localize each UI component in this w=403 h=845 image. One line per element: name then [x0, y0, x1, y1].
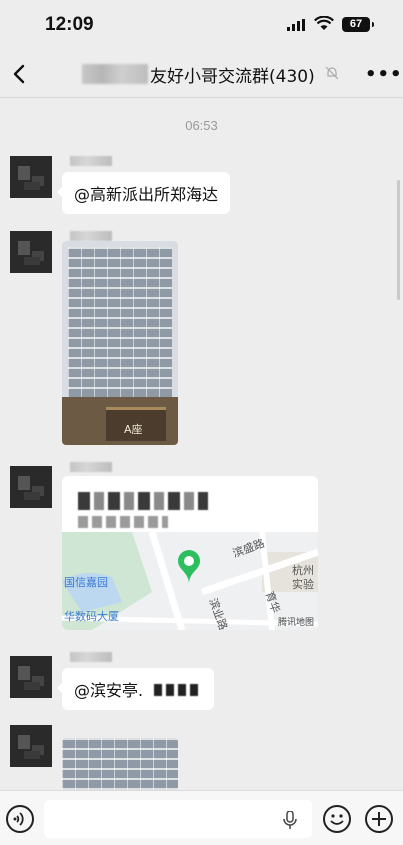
- battery-icon: 67: [342, 17, 374, 32]
- map-label: 华数码大厦: [64, 610, 119, 623]
- image-caption: A座: [124, 423, 143, 436]
- chat-area[interactable]: 06:53 @高新派出所郑海达 A座 滨盛路 杭州 实验 国信嘉园 华数码大厦 …: [0, 98, 403, 790]
- image-message[interactable]: [62, 738, 178, 790]
- chat-title[interactable]: 友好小哥交流群(430): [150, 62, 315, 87]
- image-message[interactable]: A座: [62, 241, 178, 445]
- microphone-icon[interactable]: [283, 811, 297, 829]
- message-timestamp: 06:53: [185, 118, 218, 133]
- building-windows: [68, 247, 172, 397]
- message-bubble[interactable]: @高新派出所郑海达: [56, 172, 231, 214]
- scrollbar[interactable]: [397, 180, 400, 300]
- building-windows: [62, 738, 178, 790]
- sender-name-redacted: [70, 231, 112, 241]
- mute-bell-icon: [325, 66, 339, 80]
- avatar[interactable]: [10, 466, 52, 508]
- more-icon[interactable]: •••: [365, 64, 403, 85]
- redacted-text: [154, 684, 203, 696]
- sender-name-redacted: [70, 156, 112, 166]
- message-input[interactable]: [44, 800, 312, 838]
- avatar[interactable]: [10, 725, 52, 767]
- message-bubble[interactable]: @滨安亭.: [56, 668, 215, 710]
- wifi-icon: [314, 16, 334, 30]
- input-bar: [0, 790, 403, 845]
- map-preview: 滨盛路 杭州 实验 国信嘉园 华数码大厦 滨业路 育华 腾讯地图: [62, 532, 318, 630]
- battery-level: 67: [349, 18, 363, 30]
- avatar[interactable]: [10, 156, 52, 198]
- sender-name-redacted: [70, 462, 112, 472]
- avatar[interactable]: [10, 231, 52, 273]
- plus-icon[interactable]: [365, 805, 393, 833]
- map-label: 实验: [292, 578, 314, 591]
- chat-header: 友好小哥交流群(430) •••: [0, 50, 403, 98]
- emoji-icon[interactable]: [323, 805, 351, 833]
- back-arrow-icon[interactable]: [8, 60, 32, 88]
- message-text: @滨安亭.: [74, 681, 144, 700]
- location-title-redacted: [78, 492, 208, 510]
- title-redacted-block: [82, 64, 148, 84]
- location-address-redacted: [78, 516, 168, 528]
- status-bar: 12:09 67: [0, 0, 403, 50]
- voice-icon[interactable]: [6, 805, 34, 833]
- map-label: 国信嘉园: [64, 576, 108, 589]
- status-time: 12:09: [45, 14, 94, 35]
- map-provider-logo: 腾讯地图: [277, 618, 314, 628]
- sender-name-redacted: [70, 652, 112, 662]
- location-card[interactable]: 滨盛路 杭州 实验 国信嘉园 华数码大厦 滨业路 育华 腾讯地图: [62, 476, 318, 630]
- avatar[interactable]: [10, 656, 52, 698]
- signal-icon: [287, 19, 305, 31]
- map-pin-icon: [178, 550, 200, 584]
